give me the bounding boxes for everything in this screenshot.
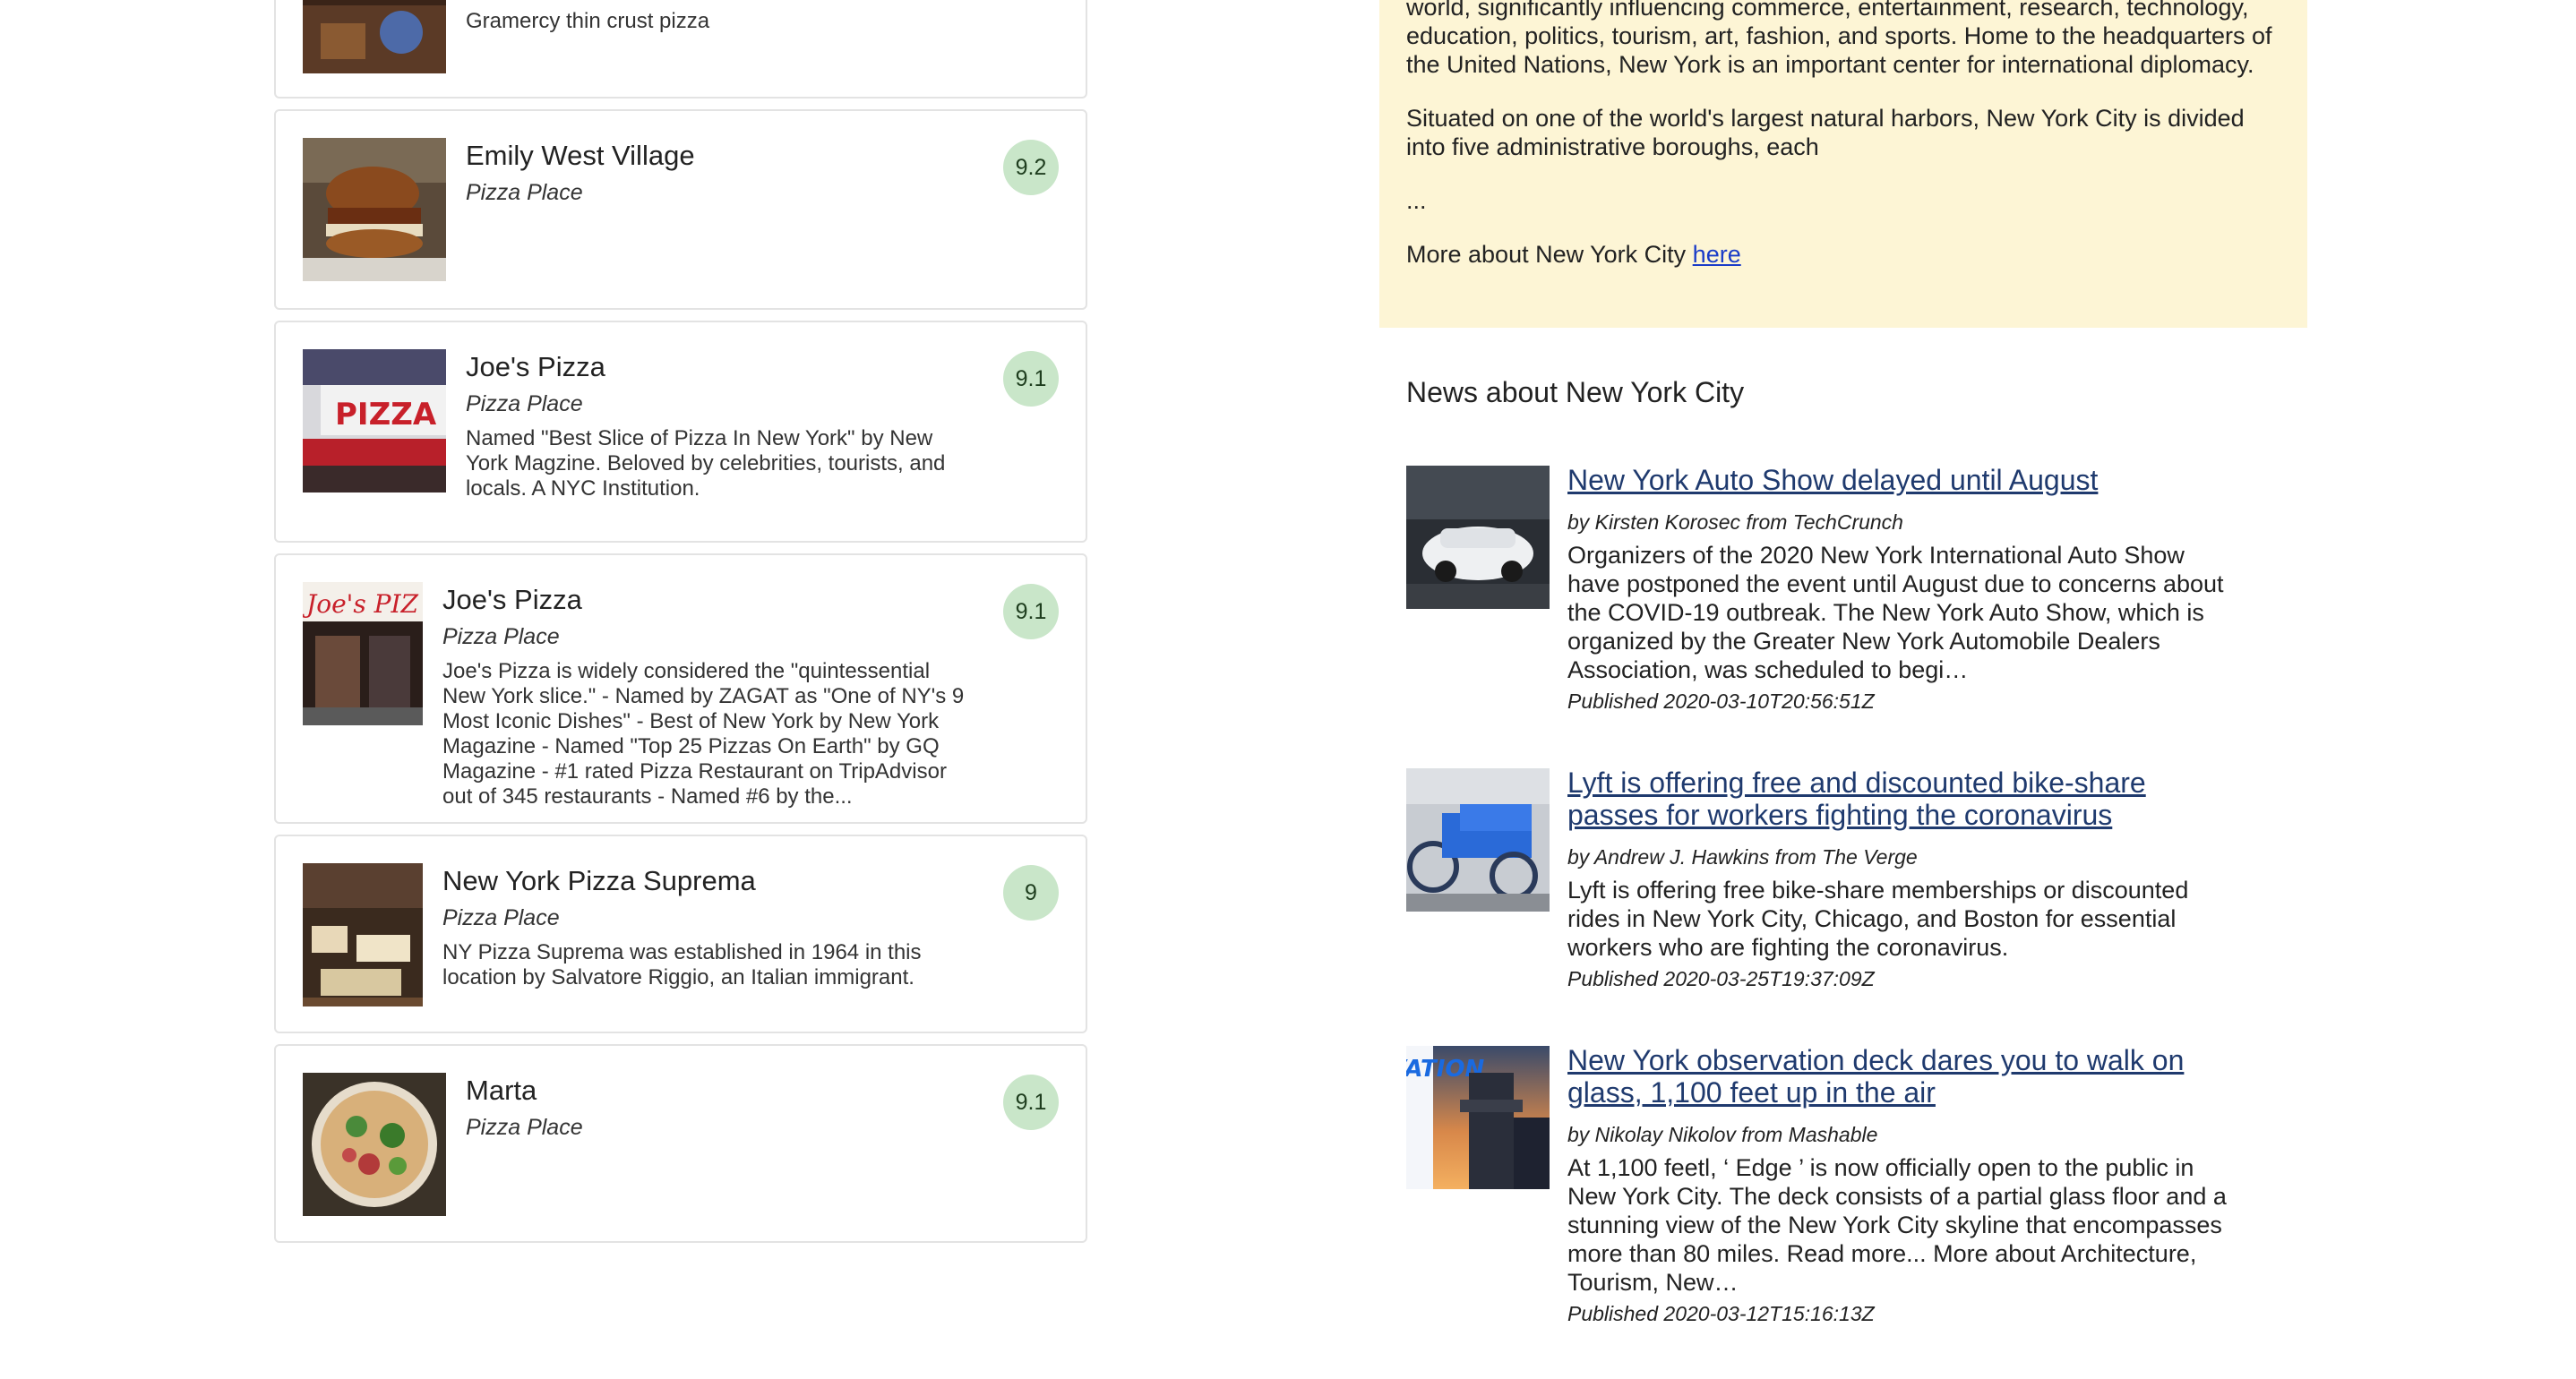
about-more: More about New York City here bbox=[1406, 240, 2280, 269]
rating-badge: 9.1 bbox=[1003, 351, 1059, 407]
svg-text:PIZZA: PIZZA bbox=[335, 397, 437, 433]
venue-card[interactable]: Gramercy thin crust pizza bbox=[274, 0, 1087, 98]
about-paragraph: Situated on one of the world's largest n… bbox=[1406, 105, 2245, 160]
venue-description: NY Pizza Suprema was established in 1964… bbox=[442, 940, 922, 989]
news-published-date: Published 2020-03-25T19:37:09Z bbox=[1567, 967, 1875, 990]
news-description: At 1,100 feetl, ‘ Edge ’ is now official… bbox=[1567, 1154, 2227, 1296]
news-byline: by Andrew J. Hawkins from The Verge bbox=[1567, 845, 1918, 869]
venue-photo bbox=[303, 863, 423, 1006]
news-thumbnail[interactable]: RVATION bbox=[1406, 1046, 1550, 1189]
news-item: RVATION New York observation deck dares … bbox=[1406, 1044, 2239, 1327]
venue-photo bbox=[303, 1073, 446, 1216]
news-byline: by Kirsten Korosec from TechCrunch bbox=[1567, 510, 1903, 534]
city-about-panel: world, significantly influencing commerc… bbox=[1379, 0, 2307, 328]
venue-name[interactable]: Joe's Pizza bbox=[442, 582, 978, 618]
venue-category: Pizza Place bbox=[466, 1115, 583, 1140]
venue-description: Named "Best Slice of Pizza In New York" … bbox=[466, 426, 946, 501]
about-more-link[interactable]: here bbox=[1693, 241, 1741, 268]
venue-photo bbox=[303, 138, 446, 281]
news-description: Lyft is offering free bike-share members… bbox=[1567, 877, 2189, 961]
venue-category: Pizza Place bbox=[442, 624, 560, 649]
news-published-date: Published 2020-03-12T15:16:13Z bbox=[1567, 1302, 1875, 1325]
news-thumbnail[interactable] bbox=[1406, 466, 1550, 609]
venue-category: Pizza Place bbox=[442, 905, 560, 930]
venue-card[interactable]: Joe's PIZ Joe's Pizza Pizza Place Joe's … bbox=[274, 553, 1087, 824]
news-description: Organizers of the 2020 New York Internat… bbox=[1567, 542, 2224, 683]
news-headline-link[interactable]: New York observation deck dares you to w… bbox=[1567, 1044, 2239, 1109]
rating-badge: 9.2 bbox=[1003, 140, 1059, 195]
venue-name[interactable]: Marta bbox=[466, 1073, 978, 1109]
rating-badge: 9.1 bbox=[1003, 584, 1059, 639]
venue-name[interactable]: New York Pizza Suprema bbox=[442, 863, 978, 899]
news-thumbnail[interactable] bbox=[1406, 768, 1550, 912]
venue-description: Gramercy thin crust pizza bbox=[466, 9, 710, 33]
venue-card[interactable]: PIZZA Joe's Pizza Pizza Place Named "Bes… bbox=[274, 321, 1087, 543]
news-list: New York Auto Show delayed until August … bbox=[1406, 464, 2239, 1379]
news-published-date: Published 2020-03-10T20:56:51Z bbox=[1567, 690, 1875, 713]
venue-photo: Joe's PIZ bbox=[303, 582, 423, 725]
news-item: New York Auto Show delayed until August … bbox=[1406, 464, 2239, 715]
venue-photo bbox=[303, 0, 446, 73]
news-byline: by Nikolay Nikolov from Mashable bbox=[1567, 1123, 1878, 1146]
about-paragraph: world, significantly influencing commerc… bbox=[1406, 0, 2272, 78]
about-ellipsis: ... bbox=[1406, 187, 1427, 214]
svg-text:Joe's PIZ: Joe's PIZ bbox=[303, 589, 419, 619]
venue-category: Pizza Place bbox=[466, 180, 583, 205]
news-item: Lyft is offering free and discounted bik… bbox=[1406, 767, 2239, 992]
venue-name[interactable]: Emily West Village bbox=[466, 138, 978, 174]
news-headline-link[interactable]: Lyft is offering free and discounted bik… bbox=[1567, 767, 2239, 831]
venue-list: Gramercy thin crust pizza Emily West Vil… bbox=[274, 0, 1087, 1254]
venue-card[interactable]: New York Pizza Suprema Pizza Place NY Pi… bbox=[274, 835, 1087, 1033]
news-section-title: News about New York City bbox=[1406, 376, 1745, 408]
venue-photo: PIZZA bbox=[303, 349, 446, 492]
rating-badge: 9 bbox=[1003, 865, 1059, 921]
about-more-text: More about New York City bbox=[1406, 241, 1687, 268]
venue-description: Joe's Pizza is widely considered the "qu… bbox=[442, 659, 965, 809]
venue-name[interactable]: Joe's Pizza bbox=[466, 349, 978, 385]
venue-card[interactable]: Emily West Village Pizza Place 9.2 bbox=[274, 109, 1087, 310]
news-headline-link[interactable]: New York Auto Show delayed until August bbox=[1567, 464, 2239, 496]
rating-badge: 9.1 bbox=[1003, 1075, 1059, 1130]
venue-category: Pizza Place bbox=[466, 391, 583, 416]
venue-card[interactable]: Marta Pizza Place 9.1 bbox=[274, 1044, 1087, 1243]
